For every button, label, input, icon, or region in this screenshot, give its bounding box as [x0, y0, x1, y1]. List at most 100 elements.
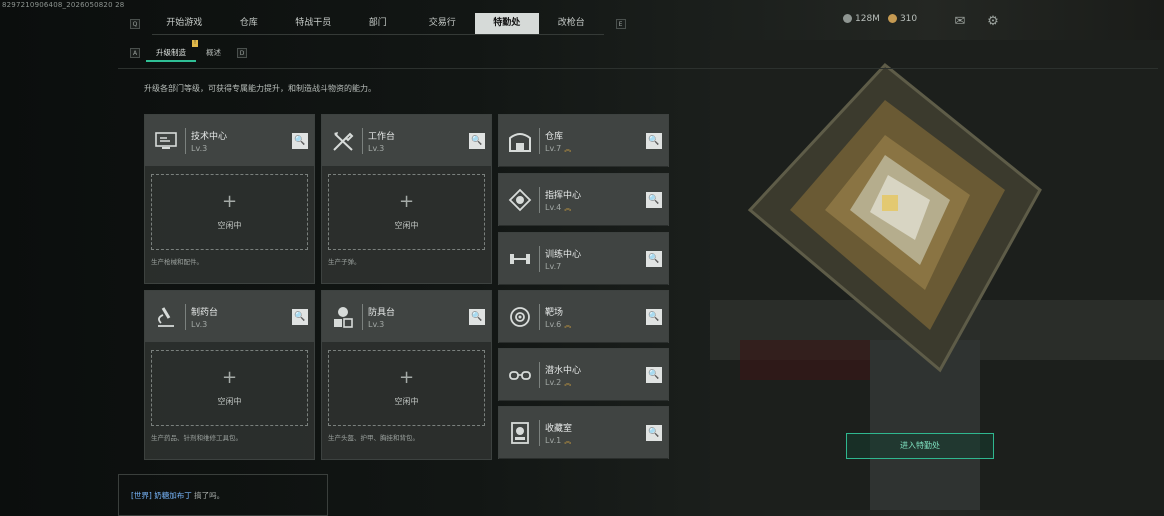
facility-level-text: Lv.4 [545, 203, 562, 212]
facility-level: Lv.4 ︽ [545, 203, 571, 213]
facility-header: 制药台 Lv.3 🔍 [145, 291, 314, 343]
main-tab[interactable]: 改枪台 [539, 13, 604, 34]
facility-description: 生产药品、针剂和维修工具包。 [151, 434, 242, 442]
main-tab[interactable]: 开始游戏 [152, 13, 217, 34]
facility-name: 指挥中心 [545, 191, 582, 201]
facility-level: Lv.3 [191, 320, 207, 329]
production-slot[interactable]: + 空闲中 [151, 350, 308, 426]
inspect-magnifier-icon[interactable]: 🔍 [646, 367, 662, 383]
mail-icon[interactable]: ✉ [952, 14, 968, 30]
header-separator [185, 304, 186, 330]
main-nav: Q 开始游戏 仓库 特战干员 部门 交易行 特勤处 改枪台 E [130, 13, 632, 35]
coin-display: 310 [887, 14, 917, 24]
chat-user[interactable]: 奶糖加布丁 [154, 491, 192, 500]
sub-tab-label: 升级制造 [156, 48, 186, 57]
facility-level: Lv.1 ︽ [545, 436, 571, 446]
microscope-icon [153, 304, 179, 330]
header-separator [539, 304, 540, 330]
facility-name: 靶场 [545, 308, 564, 318]
facility-header: 收藏室 Lv.1 ︽ 🔍 [499, 407, 668, 459]
facility-card[interactable]: 训练中心 Lv.7 🔍 [498, 232, 669, 285]
slot-idle-label: 空闲中 [394, 397, 419, 406]
production-slot[interactable]: + 空闲中 [151, 174, 308, 250]
main-tab[interactable]: 部门 [346, 13, 411, 34]
main-tab[interactable]: 特勤处 [474, 13, 539, 34]
inspect-magnifier-icon[interactable]: 🔍 [292, 309, 308, 325]
resources-bar: 128M 310 [843, 14, 917, 24]
add-plus-icon: + [398, 367, 415, 388]
tools-icon [330, 128, 356, 154]
subtab-next-key[interactable]: D [237, 48, 247, 58]
sub-tab[interactable]: 概述 [196, 44, 231, 62]
header-separator [539, 246, 540, 272]
goggles-icon [507, 362, 533, 388]
main-tabs: 开始游戏 仓库 特战干员 部门 交易行 特勤处 改枪台 [152, 13, 604, 35]
monitor-icon [153, 128, 179, 154]
header-separator [362, 304, 363, 330]
facility-card[interactable]: 防具台 Lv.3 🔍 + 空闲中生产头盔、护甲、胸挂和背包。 [321, 290, 492, 460]
header-separator [362, 128, 363, 154]
nav-prev-key[interactable]: Q [130, 19, 140, 29]
production-slot[interactable]: + 空闲中 [328, 350, 485, 426]
main-tab[interactable]: 特战干员 [281, 13, 346, 34]
facility-card[interactable]: 仓库 Lv.7 ︽ 🔍 [498, 114, 669, 167]
header-separator [539, 362, 540, 388]
slot-idle-label: 空闲中 [217, 397, 242, 406]
header-separator [185, 128, 186, 154]
upgrade-available-icon: ︽ [564, 204, 572, 212]
header-separator [539, 420, 540, 446]
target-icon [507, 304, 533, 330]
facility-name: 防具台 [368, 308, 396, 318]
upgrade-available-icon: ︽ [564, 145, 572, 153]
facility-name: 仓库 [545, 132, 564, 142]
chat-message: 搞了吗。 [194, 491, 225, 500]
sub-tab[interactable]: 升级制造! [146, 40, 198, 62]
storage-icon [507, 128, 533, 154]
facility-level: Lv.3 [191, 144, 207, 153]
facility-card[interactable]: 潜水中心 Lv.2 ︽ 🔍 [498, 348, 669, 401]
upgrade-available-icon: ︽ [564, 379, 572, 387]
inspect-magnifier-icon[interactable]: 🔍 [646, 251, 662, 267]
chat-channel: [世界] [131, 491, 152, 500]
enter-special-ops-button[interactable]: 进入特勤处 [846, 433, 994, 459]
inspect-magnifier-icon[interactable]: 🔍 [646, 309, 662, 325]
chat-line: [世界] 奶糖加布丁 搞了吗。 [131, 490, 224, 501]
subtab-prev-key[interactable]: A [130, 48, 140, 58]
facility-level-text: Lv.7 [545, 262, 562, 271]
main-tab[interactable]: 交易行 [410, 13, 475, 34]
inspect-magnifier-icon[interactable]: 🔍 [469, 309, 485, 325]
inspect-magnifier-icon[interactable]: 🔍 [292, 133, 308, 149]
facility-card[interactable]: 靶场 Lv.6 ︽ 🔍 [498, 290, 669, 343]
facility-level: Lv.7 ︽ [545, 144, 571, 154]
facility-card[interactable]: 指挥中心 Lv.4 ︽ 🔍 [498, 173, 669, 226]
facility-name: 收藏室 [545, 424, 573, 434]
upgrade-available-icon: ︽ [564, 437, 572, 445]
facility-level: Lv.7 [545, 262, 561, 271]
facility-header: 靶场 Lv.6 ︽ 🔍 [499, 291, 668, 343]
facility-level: Lv.3 [368, 144, 384, 153]
facility-card[interactable]: 工作台 Lv.3 🔍 + 空闲中 生产子弹。 [321, 114, 492, 284]
facility-header: 工作台 Lv.3 🔍 [322, 115, 491, 167]
inspect-magnifier-icon[interactable]: 🔍 [646, 133, 662, 149]
production-slot[interactable]: + 空闲中 [328, 174, 485, 250]
facility-card[interactable]: 收藏室 Lv.1 ︽ 🔍 [498, 406, 669, 459]
facility-level-text: Lv.3 [368, 320, 385, 329]
settings-gear-icon[interactable]: ⚙ [985, 14, 1001, 30]
facility-card[interactable]: 技术中心 Lv.3 🔍 + 空闲中 生产枪械和配件。 [144, 114, 315, 284]
facility-description: 生产枪械和配件。 [151, 258, 203, 266]
facility-card[interactable]: 制药台 Lv.3 🔍 + 空闲中生产药品、针剂和维修工具包。 [144, 290, 315, 460]
inspect-magnifier-icon[interactable]: 🔍 [646, 425, 662, 441]
money-display: 128M [843, 14, 880, 24]
facility-level-text: Lv.7 [545, 144, 562, 153]
facility-name: 潜水中心 [545, 366, 582, 376]
facility-description: 生产头盔、护甲、胸挂和背包。 [328, 434, 419, 442]
divider [118, 68, 1158, 69]
main-tab[interactable]: 仓库 [217, 13, 282, 34]
facility-level-text: Lv.3 [191, 144, 208, 153]
inspect-magnifier-icon[interactable]: 🔍 [646, 192, 662, 208]
facility-level: Lv.6 ︽ [545, 320, 571, 330]
facility-name: 制药台 [191, 308, 219, 318]
nav-next-key[interactable]: E [615, 19, 626, 29]
slot-idle-label: 空闲中 [394, 221, 419, 230]
inspect-magnifier-icon[interactable]: 🔍 [469, 133, 485, 149]
